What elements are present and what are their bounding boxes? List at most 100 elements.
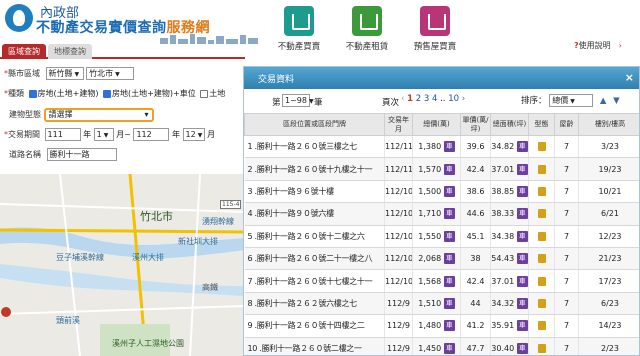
address-cell[interactable]: 7 .勝利十一路２６０號十七樓之十一 — [244, 269, 385, 293]
county-select[interactable]: 新竹縣 ▼ — [45, 67, 84, 80]
parking-badge-icon[interactable]: 車 — [443, 253, 455, 265]
to-year-input[interactable]: 112 — [133, 128, 170, 141]
ministry-logo-icon[interactable] — [5, 4, 33, 32]
parking-badge-icon[interactable]: 車 — [443, 141, 455, 153]
address-cell[interactable]: 3 .勝利十一路９６號十樓 — [244, 180, 385, 204]
district-select[interactable]: 竹北市 ▼ — [86, 67, 135, 80]
column-header[interactable]: 單價(萬/坪) — [460, 113, 491, 136]
parking-badge-icon[interactable]: 車 — [443, 185, 455, 197]
sort-select[interactable]: 總價 ▼ — [549, 94, 594, 107]
page-number[interactable]: 3 — [424, 94, 429, 104]
building-type-icon[interactable] — [537, 186, 546, 196]
next-page-icon[interactable]: › — [462, 94, 465, 104]
table-row[interactable]: 5 .勝利十一路２６０號十二樓之六 112/10 1,550 車 45.1 34.38 … — [244, 225, 639, 248]
parking-badge-icon[interactable]: 車 — [443, 208, 455, 220]
sort-ascending-icon[interactable]: ▲ — [600, 96, 607, 106]
building-type-icon[interactable] — [537, 164, 546, 174]
building-type-icon[interactable] — [537, 231, 546, 241]
table-row[interactable]: 7 .勝利十一路２６０號十七樓之十一 112/10 1,568 車 42.4 37.01… — [244, 269, 639, 293]
address-cell[interactable]: 5 .勝利十一路２６０號十二樓之六 — [244, 225, 385, 248]
checkbox-house-land-parking[interactable] — [103, 89, 112, 98]
tab-landmark-query[interactable]: 地標查詢 — [48, 44, 92, 59]
to-month-select[interactable]: 12 ▼ — [182, 128, 205, 141]
map-view[interactable]: 竹北市 湧翔幹線 新社圳大排 豆子埔溪幹線 溪州大排 高鐵 頭前溪 溪州子人工濕… — [0, 174, 245, 356]
address-cell[interactable]: 10 .勝利十一路２６０號二樓之一 — [244, 337, 385, 355]
building-type-icon[interactable] — [537, 321, 546, 331]
parking-badge-icon[interactable]: 車 — [516, 163, 528, 175]
floor-cell: 19/23 — [578, 157, 639, 181]
address-cell[interactable]: 8 .勝利十一路２６２號六樓之七 — [244, 292, 385, 316]
parking-badge-icon[interactable]: 車 — [516, 230, 528, 242]
parking-badge-icon[interactable]: 車 — [516, 342, 528, 354]
column-header[interactable]: 區段位置或區段門牌 — [244, 113, 385, 136]
record-range-select[interactable]: 1~98 ▼ — [282, 94, 314, 107]
building-type-icon[interactable] — [537, 276, 546, 286]
chevron-right-icon[interactable]: › — [619, 41, 622, 50]
parking-badge-icon[interactable]: 車 — [516, 297, 528, 309]
price-cell: 2,068 車 — [412, 247, 461, 271]
usage-help-link[interactable]: ?使用說明 › — [574, 40, 622, 51]
address-cell[interactable]: 4 .勝利十一路９０號六樓 — [244, 202, 385, 226]
address-cell[interactable]: 6 .勝利十一路２６０號二十一樓之八 — [244, 247, 385, 271]
nav-presale[interactable]: 預售屋買賣 — [406, 0, 464, 56]
address-cell[interactable]: 2 .勝利十一路２６０號十九樓之十一 — [244, 157, 385, 181]
column-header[interactable]: 總面積(坪) — [490, 113, 529, 136]
close-icon[interactable]: × — [625, 71, 634, 84]
parking-badge-icon[interactable]: 車 — [516, 320, 528, 332]
column-header[interactable]: 交易年月 — [384, 113, 413, 136]
column-header[interactable]: 總價(萬) — [412, 113, 461, 136]
address-cell[interactable]: 9 .勝利十一路２６０號十四樓之二 — [244, 314, 385, 338]
unit-price-cell: 39.6 — [460, 135, 491, 159]
nav-real-estate-sale[interactable]: 不動產買賣 — [270, 0, 328, 56]
table-row[interactable]: 8 .勝利十一路２６２號六樓之七 112/9 1,510 車 44 34.32 車 7 6/… — [244, 292, 639, 316]
from-month-select[interactable]: 1 ▼ — [93, 128, 114, 141]
building-type-icon[interactable] — [537, 254, 546, 264]
parking-badge-icon[interactable]: 車 — [443, 320, 455, 332]
table-row[interactable]: 1 .勝利十一路２６０號三樓之七 112/11 1,380 車 39.6 34.82 車… — [244, 135, 639, 159]
column-header[interactable]: 屋齡 — [554, 113, 579, 136]
chevron-down-icon: ▼ — [74, 71, 80, 78]
parking-badge-icon[interactable]: 車 — [516, 253, 528, 265]
sort-descending-icon[interactable]: ▼ — [613, 96, 620, 106]
building-type-icon[interactable] — [537, 209, 546, 219]
floor-cell: 21/23 — [578, 247, 639, 271]
prev-page-icon[interactable]: ‹ — [401, 94, 404, 104]
page-number[interactable]: 10 — [448, 94, 459, 104]
map-canvas[interactable] — [0, 174, 245, 356]
parking-badge-icon[interactable]: 車 — [516, 141, 528, 153]
site-header: 內政部 不動產交易實價查詢服務網 不動產買賣 不動產租賃 預售屋買賣 ?使用說明… — [0, 0, 640, 52]
table-row[interactable]: 2 .勝利十一路２６０號十九樓之十一 112/11 1,570 車 42.4 37.01… — [244, 157, 639, 181]
parking-badge-icon[interactable]: 車 — [443, 230, 455, 242]
parking-badge-icon[interactable]: 車 — [443, 163, 455, 175]
building-type-icon[interactable] — [537, 142, 546, 152]
table-row[interactable]: 10 .勝利十一路２６０號二樓之一 112/9 1,450 車 47.7 30.40 車… — [244, 337, 639, 355]
building-type-icon[interactable] — [537, 343, 546, 353]
tab-area-query[interactable]: 區域查詢 — [2, 44, 46, 59]
table-row[interactable]: 4 .勝利十一路９０號六樓 112/10 1,710 車 44.6 38.33 車 7 6/… — [244, 202, 639, 226]
table-row[interactable]: 9 .勝利十一路２６０號十四樓之二 112/9 1,480 車 41.2 35.91 車… — [244, 314, 639, 338]
parking-badge-icon[interactable]: 車 — [443, 297, 455, 309]
parking-badge-icon[interactable]: 車 — [516, 275, 528, 287]
table-row[interactable]: 3 .勝利十一路９６號十樓 112/10 1,500 車 38.6 38.85 車 7 10… — [244, 180, 639, 204]
page-number[interactable]: 4 — [432, 94, 437, 104]
dialog-title: 交易資料 — [258, 75, 295, 85]
column-header[interactable]: 樓別/樓高 — [578, 113, 639, 136]
page-number[interactable]: 2 — [416, 94, 421, 104]
building-type-icon[interactable] — [537, 298, 546, 308]
from-year-input[interactable]: 111 — [44, 128, 81, 141]
checkbox-land[interactable] — [200, 89, 209, 98]
building-row: 建物型態 請選擇 ▾ — [4, 107, 154, 123]
parking-badge-icon[interactable]: 車 — [516, 208, 528, 220]
parking-badge-icon[interactable]: 車 — [443, 342, 455, 354]
table-row[interactable]: 6 .勝利十一路２６０號二十一樓之八 112/10 2,068 車 38 54.43 車… — [244, 247, 639, 271]
page-number[interactable]: 1 — [407, 94, 413, 104]
road-name-input[interactable]: 勝利十一路 — [46, 148, 117, 161]
parking-badge-icon[interactable]: 車 — [516, 185, 528, 197]
nav-real-estate-rent[interactable]: 不動產租賃 — [338, 0, 396, 56]
address-cell[interactable]: 1 .勝利十一路２６０號三樓之七 — [244, 135, 385, 159]
parking-badge-icon[interactable]: 車 — [443, 275, 455, 287]
age-cell: 7 — [554, 157, 579, 181]
building-type-select[interactable]: 請選擇 ▾ — [43, 107, 154, 122]
column-header[interactable]: 型態 — [528, 113, 555, 136]
checkbox-house-land[interactable] — [28, 89, 37, 98]
